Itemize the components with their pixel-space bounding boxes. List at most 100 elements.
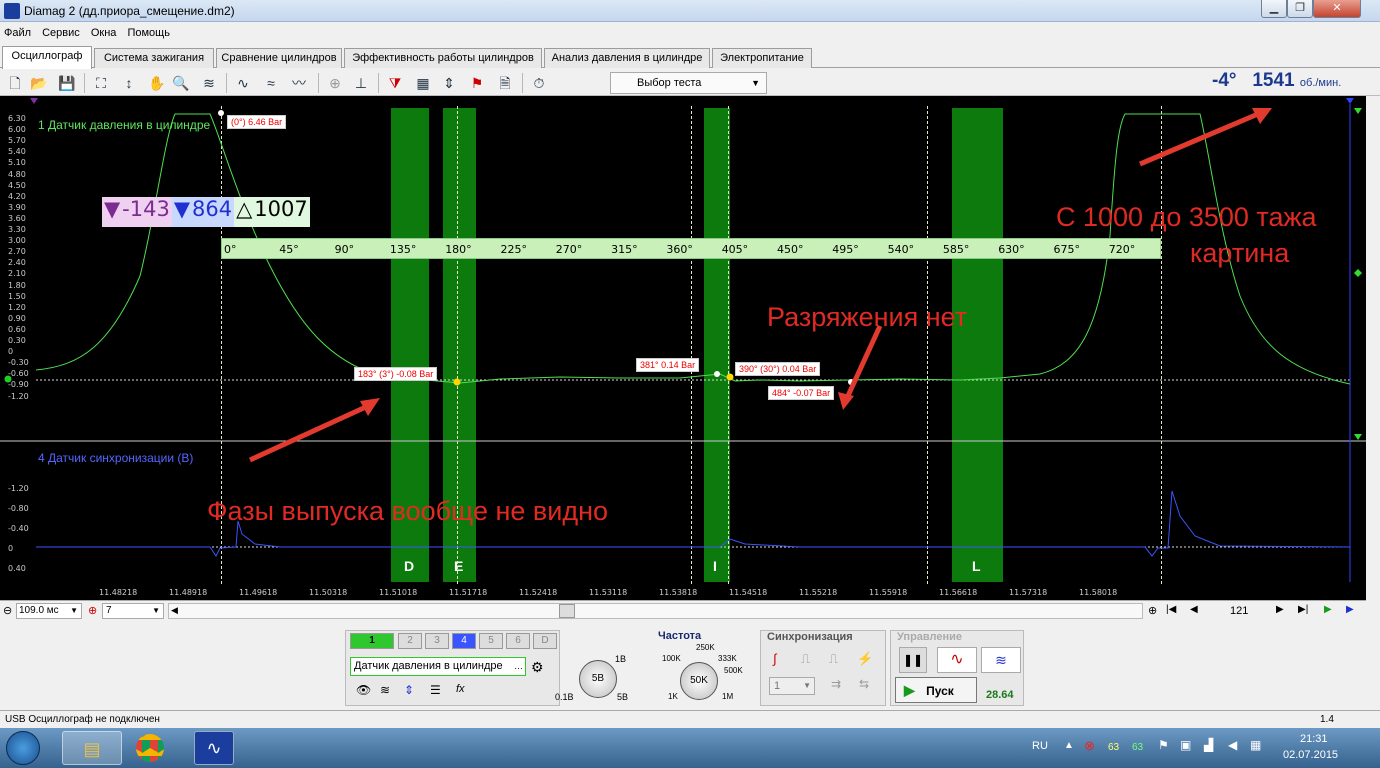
channel1-anchor[interactable] <box>4 375 12 383</box>
tab-power[interactable]: Электропитание <box>712 48 812 68</box>
marker-label-3: 381° 0.14 Bar <box>636 358 700 372</box>
play-icon[interactable]: ▶ <box>1324 604 1332 615</box>
channel-button-6[interactable]: 6 <box>506 633 530 649</box>
new-file-icon[interactable]: 🗋 <box>4 72 26 94</box>
vertical-scale-icon[interactable]: ⇕ <box>404 683 414 697</box>
scroll-left-icon[interactable]: ◀ <box>171 605 178 616</box>
table-icon[interactable]: ▦ <box>412 72 434 94</box>
tab-ignition[interactable]: Система зажигания <box>94 48 214 68</box>
taskbar-diamag-icon[interactable]: ∿ <box>194 731 234 765</box>
device-icon[interactable]: ▣ <box>1180 738 1191 752</box>
lines-icon[interactable]: ☰ <box>430 683 441 697</box>
channel-button-d[interactable]: D <box>533 633 557 649</box>
auto-timer-icon[interactable]: ⏱ <box>528 72 550 94</box>
sensor-settings-icon[interactable]: ⚙ <box>531 659 544 676</box>
x-tick-label: 11.54518 <box>729 588 768 597</box>
zoom-select[interactable]: 7 ▼ <box>102 603 164 619</box>
open-folder-icon[interactable]: 📂 <box>28 72 50 94</box>
test-select[interactable]: Выбор теста ▼ <box>610 72 767 94</box>
sensor-select[interactable]: Датчик давления в цилиндре … <box>350 657 526 676</box>
menu-file[interactable]: Файл <box>0 22 35 39</box>
right-cursor-marker-icon[interactable] <box>1346 98 1354 104</box>
level-marker-icon[interactable] <box>1354 269 1362 277</box>
function-icon[interactable]: fx <box>456 683 465 695</box>
vertical-scale-icon[interactable]: ↕ <box>118 72 140 94</box>
first-frame-icon[interactable]: |◀ <box>1166 604 1176 615</box>
zoom-in-icon[interactable]: ⊕ <box>88 604 97 617</box>
minimize-button[interactable]: ▁ <box>1261 0 1287 18</box>
start-button[interactable]: ▶ Пуск <box>895 677 977 703</box>
waveform-c-icon[interactable]: 〰 <box>288 72 310 94</box>
separator <box>226 73 227 93</box>
taskbar-explorer-icon[interactable]: ▤ <box>62 731 122 765</box>
menu-service[interactable]: Сервис <box>38 22 84 39</box>
flag-icon[interactable]: ⚑ <box>466 72 488 94</box>
close-button[interactable]: ✕ <box>1313 0 1361 18</box>
frequency-knob[interactable]: 50K <box>680 662 718 700</box>
volume-icon[interactable]: ◀ <box>1228 738 1237 752</box>
waveform-b-icon[interactable]: ≈ <box>260 72 282 94</box>
wave-filter-icon[interactable]: ≋ <box>380 683 390 697</box>
scroll-up-icon[interactable] <box>1354 108 1362 114</box>
voltage-knob[interactable]: 5В <box>579 660 617 698</box>
timeline-scrollbar[interactable]: ◀ <box>168 603 1143 619</box>
menu-help[interactable]: Помощь <box>123 22 174 39</box>
arrow-exhaust <box>248 403 370 463</box>
zoom-icon[interactable]: 🔍 <box>170 72 192 94</box>
play-fast-icon[interactable]: ▶ <box>1346 604 1354 615</box>
channel-button-3[interactable]: 3 <box>425 633 449 649</box>
menu-windows[interactable]: Окна <box>87 22 121 39</box>
zoom-in-icon[interactable]: ⊕ <box>1148 604 1157 617</box>
falling-trigger-icon[interactable]: ⎍ <box>829 651 838 667</box>
start-orb-icon[interactable] <box>6 731 40 765</box>
noise-mode-button[interactable]: ≋ <box>981 647 1021 673</box>
zoom-out-icon[interactable]: ⊖ <box>3 604 12 617</box>
keyboard-icon[interactable]: ▦ <box>1250 738 1261 752</box>
left-cursor-marker-icon[interactable] <box>30 98 38 104</box>
filter-icon[interactable]: ≋ <box>198 72 220 94</box>
sine-mode-button[interactable]: ∿ <box>937 647 977 673</box>
channel-button-4[interactable]: 4 <box>452 633 476 649</box>
oscilloscope-view[interactable]: 6.30 6.00 5.70 5.40 5.10 4.80 4.50 4.20 3.90 3.60… <box>0 96 1366 600</box>
flag-icon[interactable]: ⚑ <box>1158 738 1169 752</box>
channel-button-5[interactable]: 5 <box>479 633 503 649</box>
prev-frame-icon[interactable]: ◀ <box>1190 604 1198 615</box>
tab-cylinder-compare[interactable]: Сравнение цилиндров <box>216 48 342 68</box>
auto-trigger-icon[interactable]: ⚡ <box>857 651 873 667</box>
tab-cylinder-efficiency[interactable]: Эффективность работы цилиндров <box>344 48 542 68</box>
signal-icon[interactable]: ▟ <box>1204 738 1213 752</box>
language-indicator[interactable]: RU <box>1032 740 1048 752</box>
sync-channel-select[interactable]: 1 ▼ <box>769 677 815 695</box>
channel-button-1[interactable]: 1 <box>350 633 394 649</box>
save-icon[interactable]: 💾 <box>56 72 78 94</box>
clock-time[interactable]: 21:31 <box>1300 733 1328 745</box>
antivirus-icon[interactable]: ⊗ <box>1084 738 1095 754</box>
scroll-thumb[interactable] <box>559 604 575 618</box>
split-icon[interactable]: ⇕ <box>438 72 460 94</box>
eye-icon[interactable]: 👁 <box>356 683 371 697</box>
clock-date[interactable]: 02.07.2015 <box>1283 749 1338 761</box>
timebase-select[interactable]: 109.0 мс ▼ <box>16 603 82 619</box>
document-icon[interactable]: 🗎 <box>494 72 516 94</box>
show-hidden-icon[interactable]: ▲ <box>1064 740 1074 751</box>
maximize-button[interactable]: ❐ <box>1287 0 1313 18</box>
channel-button-2[interactable]: 2 <box>398 633 422 649</box>
fit-icon[interactable]: ⛶ <box>90 72 112 94</box>
rising-edge-icon[interactable]: ∫ <box>773 651 777 666</box>
rising-trigger-icon[interactable]: ⎍ <box>801 651 810 667</box>
tab-oscilloscope[interactable]: Осциллограф <box>2 46 92 69</box>
trigger-zero-icon[interactable]: ⊥ <box>350 72 372 94</box>
cursor-filter-icon[interactable]: ⧩ <box>384 72 406 94</box>
taskbar-chrome-icon[interactable] <box>136 734 164 762</box>
more-icon[interactable]: … <box>514 658 523 675</box>
last-frame-icon[interactable]: ▶| <box>1298 604 1308 615</box>
pause-button[interactable]: ❚❚ <box>899 647 927 673</box>
scroll-down-icon[interactable] <box>1354 434 1362 440</box>
tab-pressure-analysis[interactable]: Анализ давления в цилиндре <box>544 48 710 68</box>
sync-merge-icon[interactable]: ⇆ <box>859 677 869 691</box>
waveform-a-icon[interactable]: ∿ <box>232 72 254 94</box>
next-frame-icon[interactable]: ▶ <box>1276 604 1284 615</box>
hand-pan-icon[interactable]: ✋ <box>146 72 168 94</box>
sync-arrow-icon[interactable]: ⇉ <box>831 677 841 691</box>
auto-icon[interactable]: ⊕ <box>324 72 346 94</box>
